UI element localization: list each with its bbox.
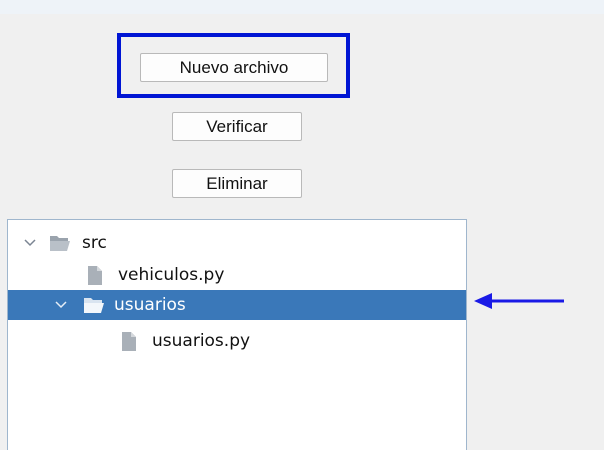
delete-button[interactable]: Eliminar: [172, 169, 302, 198]
tree-item-label: src: [82, 233, 107, 253]
file-tree[interactable]: src vehiculos.py usuarios usuarios.py: [7, 219, 467, 450]
chevron-down-icon[interactable]: [23, 236, 37, 250]
file-icon: [121, 331, 137, 352]
folder-open-icon: [83, 296, 105, 314]
folder-open-icon: [49, 234, 71, 252]
chevron-down-icon[interactable]: [54, 298, 68, 312]
tree-item-label: vehiculos.py: [118, 265, 225, 285]
tree-item-label: usuarios.py: [152, 331, 251, 351]
tree-item-usuarios[interactable]: usuarios: [8, 290, 466, 320]
tree-item-label: usuarios: [114, 295, 186, 315]
tree-item-src[interactable]: src: [8, 228, 466, 258]
tree-item-vehiculos-py[interactable]: vehiculos.py: [8, 260, 466, 290]
arrow-left-icon: [474, 290, 566, 312]
new-file-button[interactable]: Nuevo archivo: [140, 53, 328, 82]
tree-item-usuarios-py[interactable]: usuarios.py: [8, 326, 466, 356]
verify-button[interactable]: Verificar: [172, 112, 302, 141]
file-icon: [87, 265, 103, 286]
